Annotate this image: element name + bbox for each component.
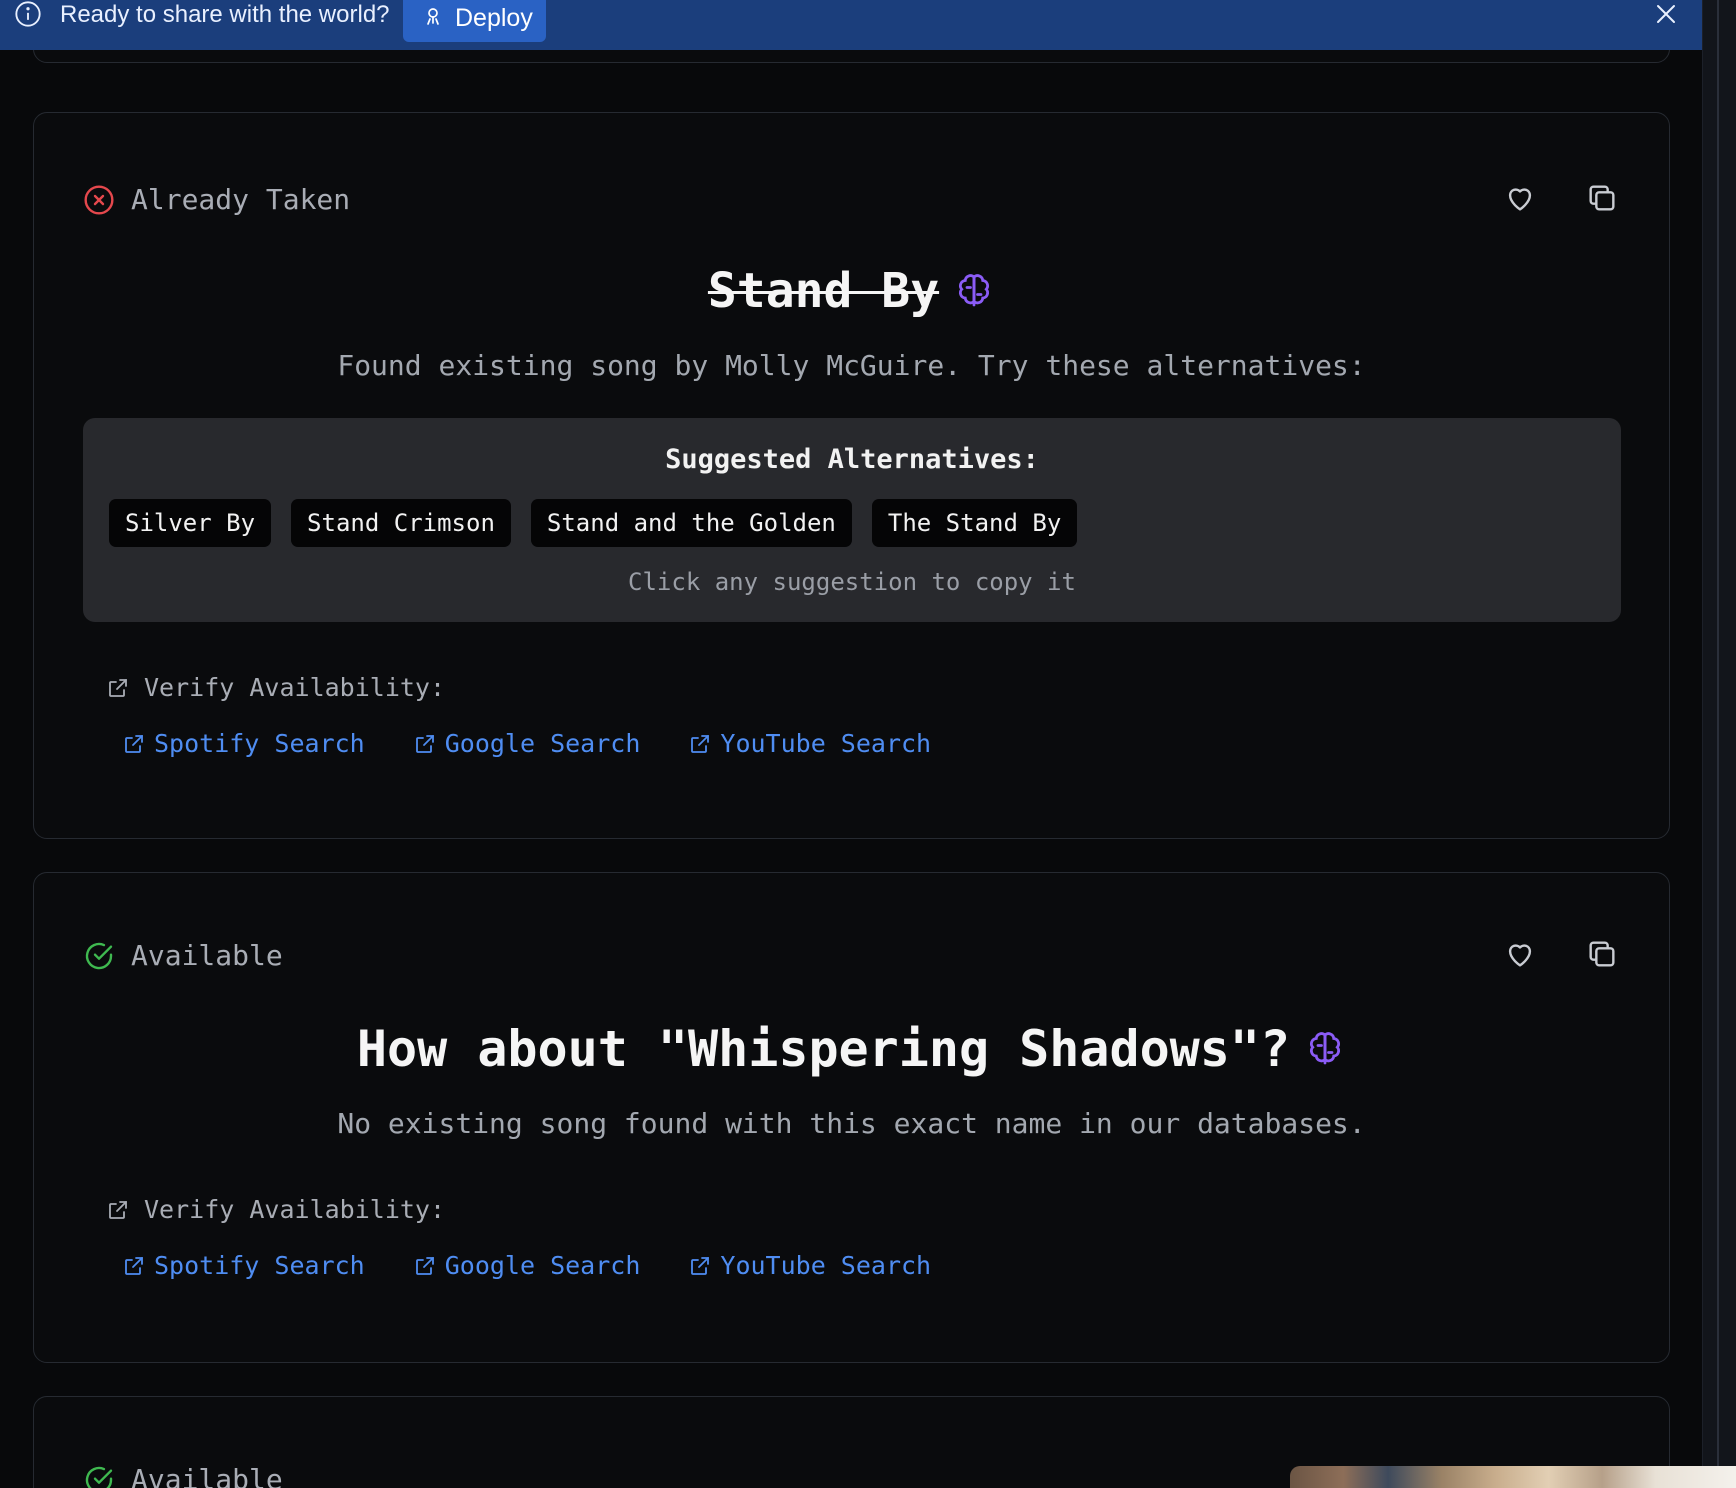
status-indicator: Available (83, 1463, 283, 1488)
link-label: Spotify Search (154, 1251, 365, 1280)
check-circle-icon (85, 1466, 113, 1488)
external-link-icon (125, 734, 143, 753)
link-label: YouTube Search (720, 1251, 932, 1280)
rocket-icon (427, 8, 439, 25)
alternative-chip[interactable]: The Stand By (871, 499, 1078, 547)
banner-text: Ready to share with the world? (60, 1, 390, 28)
copy-icon[interactable] (1585, 937, 1619, 971)
external-link-icon (415, 1256, 434, 1275)
check-circle-icon (85, 942, 113, 969)
heart-icon[interactable] (1503, 181, 1537, 215)
alternative-chip[interactable]: Silver By (109, 499, 272, 547)
google-search-link[interactable]: Google Search (413, 729, 641, 758)
result-description: Found existing song by Molly McGuire. Tr… (337, 349, 1366, 382)
verify-links: Spotify Search Google Search YouTube Sea… (122, 729, 931, 758)
deploy-button[interactable]: Deploy (403, 0, 546, 42)
result-description: No existing song found with this exact n… (337, 1107, 1366, 1140)
info-icon (15, 1, 41, 27)
link-label: YouTube Search (720, 729, 932, 758)
alternatives-panel: Suggested Alternatives: Silver By Stand … (83, 418, 1621, 622)
alternatives-hint: Click any suggestion to copy it (628, 568, 1076, 596)
external-link-icon (691, 1256, 710, 1275)
verify-links: Spotify Search Google Search YouTube Sea… (122, 1251, 931, 1280)
status-label: Available (131, 1463, 283, 1488)
alternatives-list: Silver By Stand Crimson Stand and the Go… (109, 499, 1078, 547)
app-root: Ready to share with the world? Deploy Al… (0, 0, 1736, 1488)
alternative-chip[interactable]: Stand and the Golden (530, 499, 852, 547)
status-label: Already Taken (131, 183, 351, 216)
song-title: How about "Whispering Shadows"? (356, 1020, 1291, 1078)
status-indicator: Already Taken (83, 183, 350, 216)
external-link-icon (415, 734, 434, 753)
result-card: Already Taken Stand By Found existing so… (33, 112, 1670, 839)
google-search-link[interactable]: Google Search (413, 1251, 641, 1280)
title-row: How about "Whispering Shadows"? (34, 1020, 1669, 1078)
status-indicator: Available (83, 939, 283, 972)
scrollbar-line (1717, 0, 1719, 1488)
external-link-icon (125, 1256, 143, 1275)
link-label: Google Search (444, 729, 641, 758)
status-label: Available (131, 939, 283, 972)
external-link-icon (691, 734, 710, 753)
close-icon[interactable] (1654, 2, 1678, 26)
title-row: Stand By (34, 263, 1669, 319)
result-card: Available How about "Whispering Shadows"… (33, 872, 1670, 1363)
alternative-chip[interactable]: Stand Crimson (291, 499, 511, 547)
brain-icon (959, 274, 990, 307)
youtube-search-link[interactable]: YouTube Search (688, 729, 931, 758)
card-actions (1503, 181, 1619, 215)
song-title: Stand By (707, 263, 940, 319)
x-circle-icon (84, 184, 114, 215)
verify-label: Verify Availability: (144, 673, 446, 702)
alternatives-heading: Suggested Alternatives: (665, 444, 1039, 475)
copy-icon[interactable] (1585, 181, 1619, 215)
verify-heading: Verify Availability: (106, 673, 445, 702)
link-label: Spotify Search (154, 729, 365, 758)
brain-icon (1310, 1032, 1341, 1065)
heart-icon[interactable] (1503, 937, 1537, 971)
video-thumbnail (1290, 1466, 1736, 1488)
deploy-banner: Ready to share with the world? Deploy (0, 0, 1702, 50)
scrollbar-track[interactable] (1702, 0, 1736, 1488)
link-label: Google Search (444, 1251, 641, 1280)
youtube-search-link[interactable]: YouTube Search (688, 1251, 931, 1280)
deploy-button-label: Deploy (455, 3, 533, 32)
external-link-icon (109, 1200, 127, 1219)
spotify-search-link[interactable]: Spotify Search (122, 1251, 365, 1280)
card-actions (1503, 937, 1619, 971)
spotify-search-link[interactable]: Spotify Search (122, 729, 365, 758)
verify-label: Verify Availability: (144, 1195, 446, 1224)
external-link-icon (109, 678, 127, 697)
verify-heading: Verify Availability: (106, 1195, 445, 1224)
